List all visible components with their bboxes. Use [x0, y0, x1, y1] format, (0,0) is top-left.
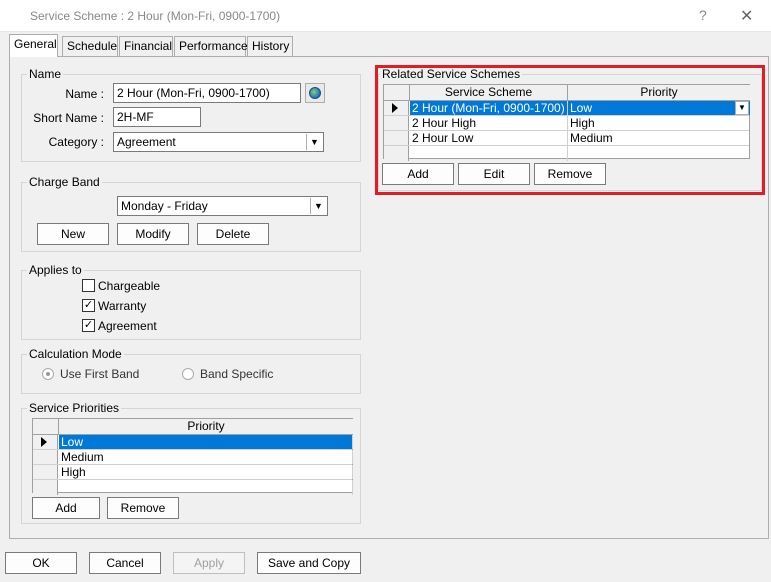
tab-financial[interactable]: Financial: [119, 36, 173, 56]
priority-remove-button[interactable]: Remove: [107, 497, 179, 519]
charge-band-value: Monday - Friday: [121, 199, 208, 213]
chargeable-checkbox[interactable]: [82, 279, 95, 292]
row-header[interactable]: [33, 480, 58, 495]
name-field[interactable]: 2 Hour (Mon-Fri, 0900-1700): [113, 83, 301, 103]
charge-band-legend: Charge Band: [27, 175, 102, 189]
applies-to-group: Applies to: [21, 263, 361, 340]
tab-performance[interactable]: Performance: [174, 36, 248, 56]
priority-cell-empty[interactable]: [59, 480, 353, 495]
category-select[interactable]: Agreement ▼: [113, 132, 324, 152]
band-specific-radio[interactable]: [182, 368, 194, 380]
table-row-new[interactable]: [33, 480, 353, 495]
priority-cell[interactable]: Low: [59, 435, 353, 449]
use-first-band-radio[interactable]: [42, 368, 54, 380]
warranty-checkbox[interactable]: ✓: [82, 299, 95, 312]
row-pointer-icon: [41, 437, 47, 447]
charge-band-select[interactable]: Monday - Friday ▼: [117, 196, 328, 216]
service-priorities-grid: Priority Low Medium High: [32, 418, 353, 495]
chevron-down-icon[interactable]: ▼: [306, 134, 322, 150]
tab-general[interactable]: General: [9, 34, 58, 57]
globe-icon[interactable]: [305, 83, 325, 103]
agreement-label: Agreement: [98, 319, 157, 333]
close-icon[interactable]: ✕: [740, 6, 753, 26]
priority-add-button[interactable]: Add: [32, 497, 100, 519]
applies-to-legend: Applies to: [27, 263, 84, 277]
apply-button[interactable]: Apply: [173, 552, 245, 574]
band-specific-label: Band Specific: [200, 367, 274, 381]
short-name-label: Short Name :: [33, 111, 104, 125]
highlight-box: [375, 65, 765, 195]
help-icon[interactable]: ?: [699, 7, 707, 23]
charge-band-modify-button[interactable]: Modify: [117, 223, 189, 245]
cancel-button[interactable]: Cancel: [89, 552, 161, 574]
priority-cell[interactable]: High: [59, 465, 353, 479]
charge-band-new-button[interactable]: New: [37, 223, 109, 245]
title-bar: Service Scheme : 2 Hour (Mon-Fri, 0900-1…: [0, 0, 771, 32]
agreement-checkbox[interactable]: ✓: [82, 319, 95, 332]
save-and-copy-button[interactable]: Save and Copy: [257, 552, 361, 574]
table-row[interactable]: High: [33, 465, 353, 480]
category-label: Category :: [48, 135, 104, 149]
row-header[interactable]: [33, 465, 58, 479]
table-row[interactable]: Low: [33, 435, 353, 450]
name-label: Name :: [65, 87, 104, 101]
priority-cell[interactable]: Medium: [59, 450, 353, 464]
service-priorities-legend: Service Priorities: [27, 401, 122, 415]
use-first-band-label: Use First Band: [60, 367, 140, 381]
charge-band-delete-button[interactable]: Delete: [197, 223, 269, 245]
window-title: Service Scheme : 2 Hour (Mon-Fri, 0900-1…: [30, 9, 281, 23]
table-row[interactable]: Medium: [33, 450, 353, 465]
row-header-corner: [33, 419, 59, 435]
row-header[interactable]: [33, 435, 58, 449]
calculation-mode-legend: Calculation Mode: [27, 347, 124, 361]
chevron-down-icon[interactable]: ▼: [310, 198, 326, 214]
warranty-label: Warranty: [98, 299, 147, 313]
priority-column-header[interactable]: Priority: [59, 419, 353, 435]
row-header[interactable]: [33, 450, 58, 464]
tab-history[interactable]: History: [247, 36, 293, 56]
chargeable-label: Chargeable: [98, 279, 161, 293]
name-group-legend: Name: [27, 67, 64, 81]
short-name-field[interactable]: 2H-MF: [113, 107, 201, 127]
ok-button[interactable]: OK: [5, 552, 77, 574]
tab-schedule[interactable]: Schedule: [62, 36, 118, 56]
category-value: Agreement: [117, 135, 176, 149]
